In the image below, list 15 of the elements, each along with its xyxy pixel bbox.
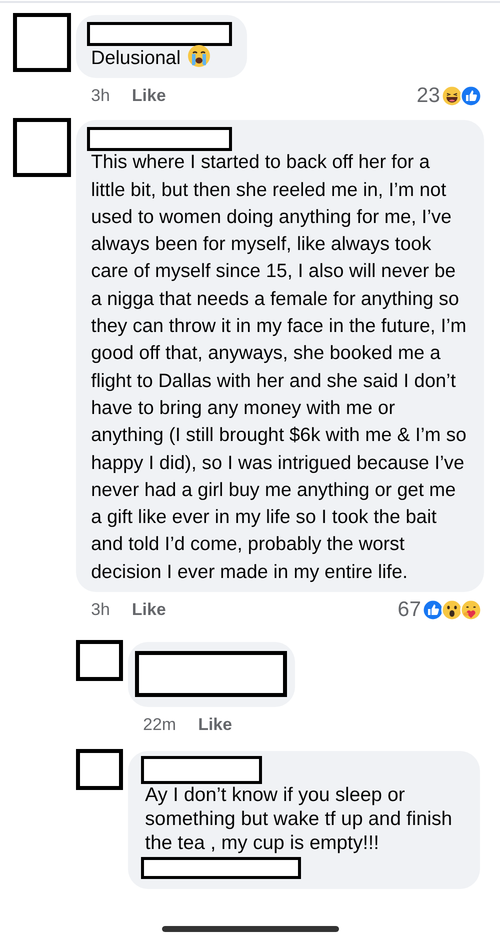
like-link[interactable]: Like: [132, 86, 166, 106]
reaction-count[interactable]: 23: [416, 84, 440, 108]
redacted-avatar: [13, 13, 71, 72]
redacted-avatar: [76, 749, 123, 790]
comment-time: 22m: [143, 715, 176, 736]
redacted-avatar: [13, 118, 71, 178]
like-link[interactable]: Like: [132, 600, 166, 620]
comment-text: Ay I don’t know if you sleep or something but wake tf up and finish the tea , my cup is empty!!!: [145, 783, 454, 856]
like-link[interactable]: Like: [198, 715, 232, 736]
reaction-count[interactable]: 67: [398, 598, 421, 622]
comment-time: 3h: [91, 86, 110, 106]
redacted-avatar: [76, 640, 123, 682]
comment-time: 3h: [91, 600, 110, 620]
comment-text: Delusional: [91, 44, 232, 72]
comment-text: This where I started to back off her for a little bit, but then she reeled me in, I’m not used to women doing anything for me, I’ve always been for myself, like always took care of myself since 15, I also will never be a nigga that needs a female for anything so they can throw it in my face in the future, I’m good off that, anyways, she booked me a flight to Dallas with her and she said I don’t have to bring any money with me or anything (I still brought $6k with me & I’m so happy I did), so I was intrigued because I’ve never had a girl buy me anything or get me a gift like ever in my life so I took the bait and told I’d come, probably the worst decision I ever made in my entire life.: [91, 151, 468, 585]
